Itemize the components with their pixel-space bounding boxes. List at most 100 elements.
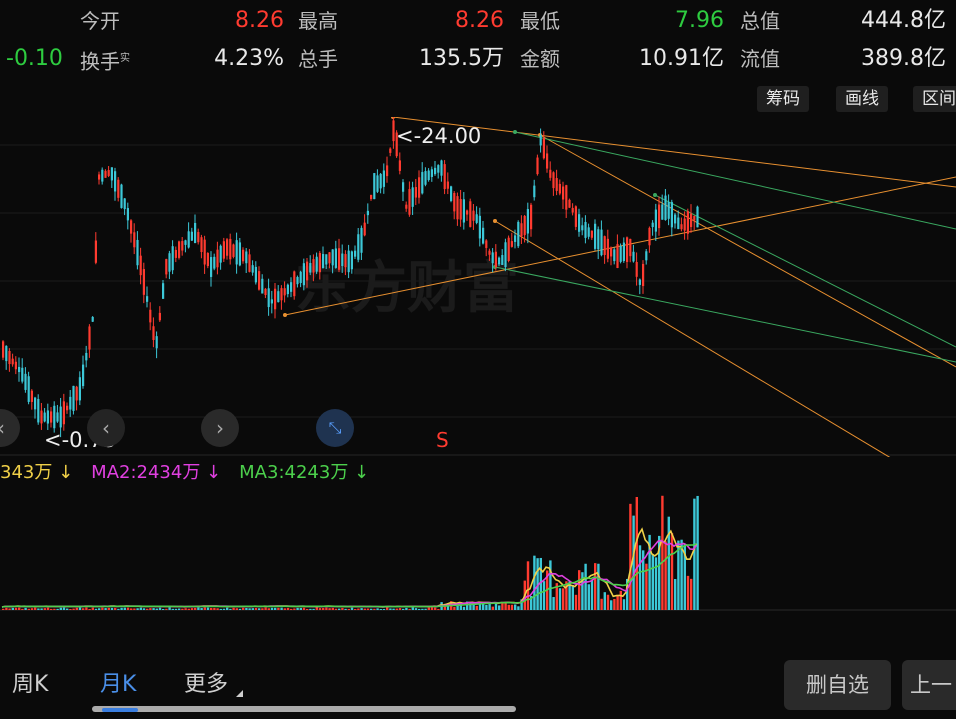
tab-weekly-k[interactable]: 周K xyxy=(12,670,48,700)
volume-bar xyxy=(590,579,594,610)
volume-bar xyxy=(610,600,613,610)
range-button[interactable]: 区间 xyxy=(913,86,956,112)
volume-bar xyxy=(552,597,555,610)
volume-bar xyxy=(27,608,30,610)
volume-bar xyxy=(360,608,363,610)
volume-bars xyxy=(2,495,699,610)
high-value: 8.26 xyxy=(455,8,504,33)
tab-more[interactable]: 更多 xyxy=(184,670,228,700)
candle xyxy=(478,215,481,239)
kline-chart[interactable]: 东方财富 <-24.00 <-0.73 S xyxy=(0,117,956,457)
volume-bar xyxy=(72,608,75,610)
volume-bar xyxy=(229,608,232,610)
candle xyxy=(488,250,491,255)
volume-bar xyxy=(190,608,194,610)
candle xyxy=(408,189,411,215)
volume-bar xyxy=(696,495,699,610)
volume-bar xyxy=(14,607,18,610)
candle xyxy=(107,170,110,176)
candle xyxy=(610,247,613,257)
candle xyxy=(18,366,21,373)
volume-bar xyxy=(274,607,277,610)
volume-bar xyxy=(434,607,437,610)
volume-bar xyxy=(517,606,520,610)
open-value: 8.26 xyxy=(235,8,284,33)
collapse-arrows-icon[interactable]: ⤡ xyxy=(316,409,354,447)
candle xyxy=(187,231,190,248)
volume-bar xyxy=(203,607,206,610)
volume-bar xyxy=(210,607,213,610)
volume-bar xyxy=(664,541,667,610)
volume-bar xyxy=(334,608,338,610)
volume-bar xyxy=(430,607,434,610)
candle xyxy=(258,271,261,290)
candle xyxy=(101,169,104,182)
candle xyxy=(59,406,62,428)
volume-bar xyxy=(421,608,424,610)
volume-bar xyxy=(498,605,501,610)
candle xyxy=(322,254,325,268)
volume-bar xyxy=(8,608,11,610)
candle xyxy=(366,210,369,216)
volume-bar xyxy=(418,608,421,610)
tab-scrollbar[interactable] xyxy=(92,706,516,712)
trendline-anchor[interactable] xyxy=(513,130,517,134)
volume-bar xyxy=(533,555,536,610)
candle xyxy=(120,184,123,208)
more-dropdown-icon xyxy=(236,690,243,697)
candle xyxy=(443,164,446,190)
trendline-anchor[interactable] xyxy=(653,193,657,197)
volume-bar xyxy=(107,607,110,610)
chip-distribution-button[interactable]: 筹码 xyxy=(757,86,809,112)
volume-bar xyxy=(264,607,267,610)
trendline[interactable] xyxy=(514,131,956,230)
open-label: 今开 xyxy=(80,9,120,33)
candle xyxy=(331,249,334,266)
candle xyxy=(651,222,654,228)
candle xyxy=(552,172,555,189)
volume-bar xyxy=(66,608,69,610)
volume-bar xyxy=(363,608,366,610)
volume-bar xyxy=(491,606,494,610)
volume-bar xyxy=(216,608,219,610)
candle xyxy=(600,229,603,256)
volume-bar xyxy=(690,578,693,610)
trendline-anchor[interactable] xyxy=(283,313,287,317)
remove-watchlist-button[interactable]: 删自选 xyxy=(784,660,891,710)
chevron-left-icon[interactable]: ‹ xyxy=(87,409,125,447)
tab-monthly-k[interactable]: 月K xyxy=(100,670,136,700)
candle xyxy=(37,398,40,423)
volume-bar xyxy=(424,608,427,610)
candle xyxy=(680,224,683,230)
candle xyxy=(491,252,494,264)
previous-stock-button[interactable]: 上一 xyxy=(902,660,956,710)
candle xyxy=(648,227,651,246)
ma3-value: MA3:4243万 ↓ xyxy=(239,462,370,483)
trendline[interactable] xyxy=(494,220,956,457)
volume-bar xyxy=(184,608,187,610)
trendline-anchor[interactable] xyxy=(493,219,497,223)
candle xyxy=(299,271,302,284)
volume-bar xyxy=(5,607,8,610)
candle xyxy=(520,223,523,237)
amount-label: 金额 xyxy=(520,47,560,71)
volume-bar xyxy=(126,607,130,610)
candle xyxy=(206,253,209,267)
volume-bar xyxy=(40,608,43,610)
volume-bar xyxy=(574,594,578,610)
candle xyxy=(152,326,155,341)
trendline[interactable] xyxy=(654,194,956,348)
candle xyxy=(574,206,577,227)
candle xyxy=(219,245,222,263)
candle xyxy=(622,242,625,262)
volume-bar xyxy=(542,581,546,610)
turnover-value: 4.23% xyxy=(214,46,284,71)
draw-line-button[interactable]: 画线 xyxy=(836,86,888,112)
candle xyxy=(8,350,11,365)
candle xyxy=(539,134,542,146)
chevron-right-icon[interactable]: › xyxy=(201,409,239,447)
candle xyxy=(654,209,657,232)
volume-bar xyxy=(178,608,181,610)
volume-bar xyxy=(526,561,530,610)
volume-bar xyxy=(222,608,226,610)
